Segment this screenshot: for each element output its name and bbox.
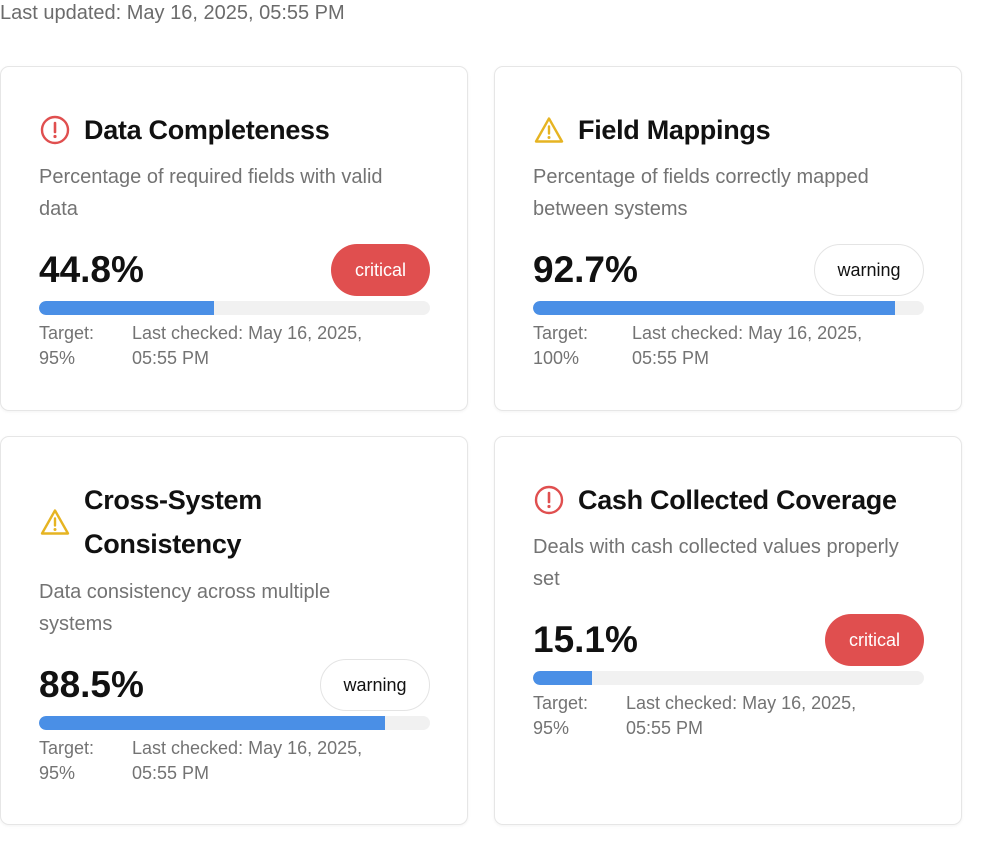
target-value: 95% [39,348,76,368]
metric-value: 44.8% [39,249,144,290]
status-badge: critical [331,244,430,296]
target-value: 95% [533,718,570,738]
target-value: 95% [39,763,76,783]
last-checked-text: Last checked: May 16, 2025, 05:55 PM [132,738,363,783]
target-label: Target: [39,323,95,343]
card-description: Percentage of required fields with valid… [39,166,383,220]
progress-bar [533,301,924,315]
card-title: Cash Collected Coverage [578,485,897,515]
last-checked-text: Last checked: May 16, 2025, 05:55 PM [626,693,857,738]
card-description: Data consistency across multiple systems [39,581,331,635]
metric-card-field-mappings: Field Mappings Percentage of fields corr… [494,66,962,411]
progress-fill [39,301,215,315]
card-header: Cross-System Consistency [39,478,437,566]
card-title: Cross-System Consistency [84,485,262,559]
target-info: Target: 95% [39,736,119,786]
last-checked-text: Last checked: May 16, 2025, 05:55 PM [632,323,863,368]
target-label: Target: [533,323,589,343]
target-info: Target: 100% [533,321,613,371]
alert-circle-icon [40,115,70,145]
metric-value: 15.1% [533,619,638,660]
last-checked-text: Last checked: May 16, 2025, 05:55 PM [132,323,363,368]
progress-bar [39,716,430,730]
status-badge: critical [825,614,924,666]
card-description: Deals with cash collected values properl… [533,536,899,590]
warning-triangle-icon [534,117,564,143]
progress-fill [533,301,896,315]
metric-value: 92.7% [533,249,638,290]
metric-card-cash-collected-coverage: Cash Collected Coverage Deals with cash … [494,436,962,825]
alert-circle-icon [534,485,564,515]
card-title: Field Mappings [578,115,771,145]
card-description: Percentage of fields correctly mapped be… [533,166,869,220]
warning-triangle-icon [40,509,70,535]
status-badge: warning [320,659,430,711]
target-info: Target: 95% [533,691,613,741]
status-badge: warning [814,244,924,296]
progress-fill [39,716,386,730]
target-info: Target: 95% [39,321,119,371]
card-header: Data Completeness [39,108,437,152]
metric-value: 88.5% [39,664,144,705]
card-title: Data Completeness [84,115,330,145]
metric-card-cross-system-consistency: Cross-System Consistency Data consistenc… [0,436,468,825]
target-label: Target: [533,693,589,713]
progress-fill [533,671,593,685]
card-header: Field Mappings [533,108,931,152]
progress-bar [533,671,924,685]
metric-card-data-completeness: Data Completeness Percentage of required… [0,66,468,411]
target-label: Target: [39,738,95,758]
progress-bar [39,301,430,315]
target-value: 100% [533,348,580,368]
card-header: Cash Collected Coverage [533,478,931,522]
last-updated-text: Last updated: May 16, 2025, 05:55 PM [0,2,345,24]
